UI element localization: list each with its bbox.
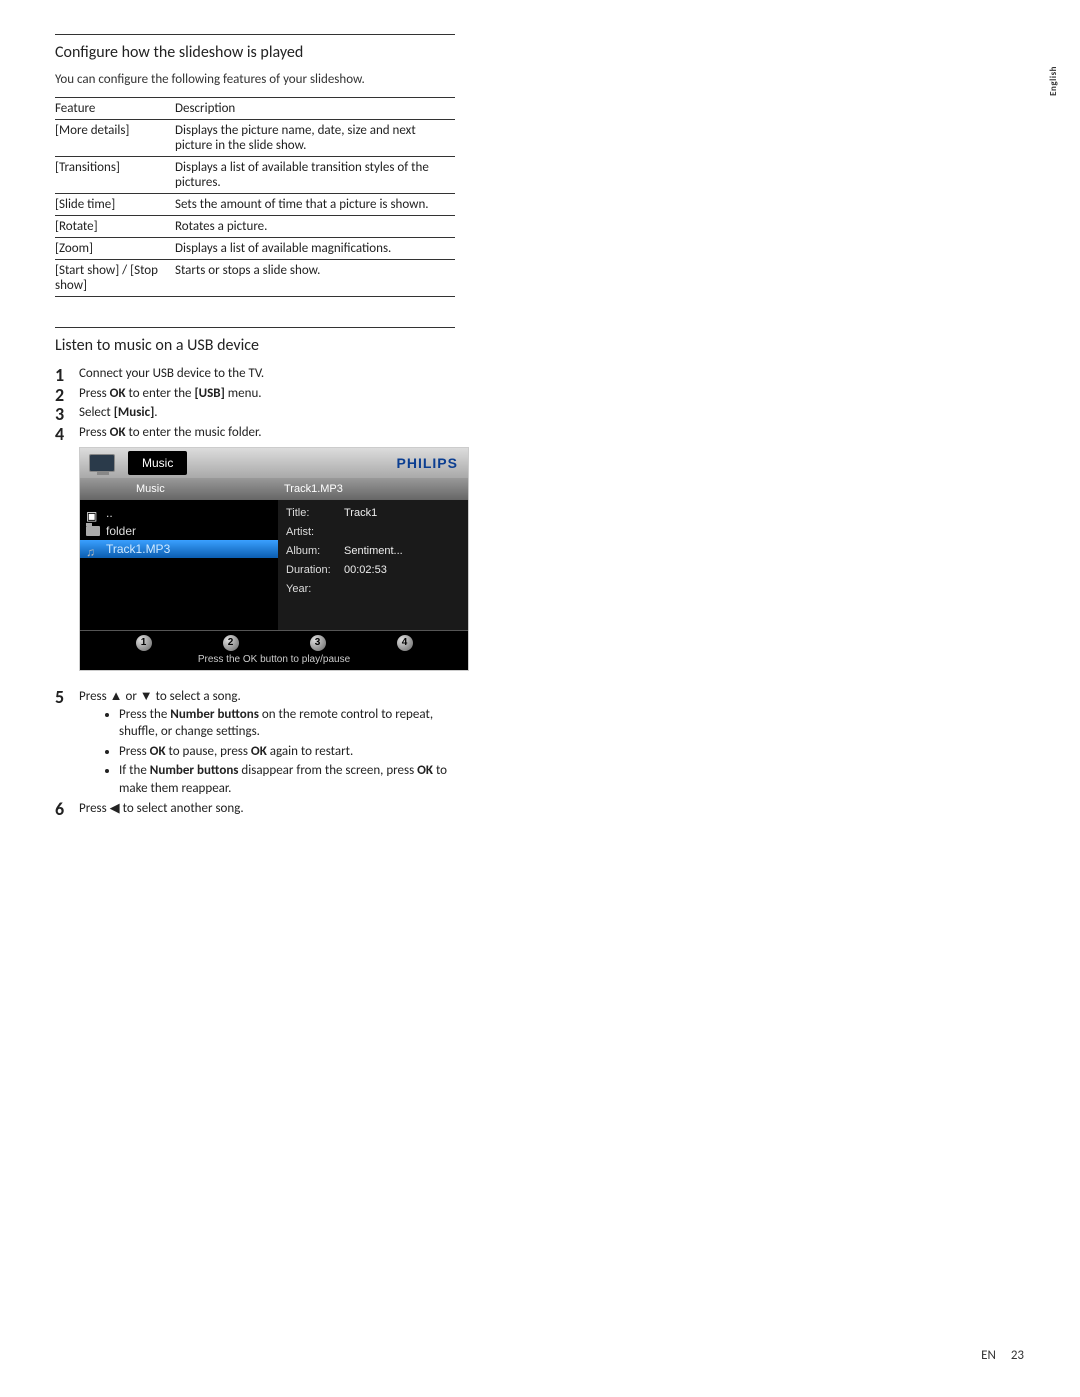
osd-screenshot: Music PHILIPS Music Track1.MP3 ▣ .. (79, 447, 455, 671)
osd-column-left-title: Music (80, 482, 278, 497)
list-label: .. (106, 505, 113, 521)
desc-cell: Sets the amount of time that a picture i… (175, 194, 455, 216)
section-title-usb-music: Listen to music on a USB device (55, 336, 455, 355)
table-row: [Slide time] Sets the amount of time tha… (55, 194, 455, 216)
feature-table: Feature Description [More details] Displ… (55, 97, 455, 297)
up-arrow-icon: ▲ (110, 688, 123, 703)
info-key-year: Year: (286, 582, 344, 597)
sub-bullets: Press the Number buttons on the remote c… (79, 706, 455, 798)
info-val-duration: 00:02:53 (344, 563, 387, 578)
info-key-album: Album: (286, 544, 344, 559)
feature-cell: [Transitions] (55, 157, 175, 194)
osd-hint-text: Press the OK button to play/pause (80, 653, 468, 671)
info-key-duration: Duration: (286, 563, 344, 578)
step-1: Connect your USB device to the TV. (55, 365, 455, 383)
bullet-item: Press the Number buttons on the remote c… (119, 706, 455, 741)
info-key-artist: Artist: (286, 525, 344, 540)
main-column: Configure how the slideshow is played Yo… (55, 34, 455, 820)
steps-list: Connect your USB device to the TV. Press… (55, 365, 455, 818)
osd-breadcrumb: Music (128, 451, 187, 475)
step-3: Select [Music]. (55, 404, 455, 422)
footer-page-number: 23 (1011, 1348, 1024, 1363)
folder-icon (86, 526, 100, 536)
section-intro: You can configure the following features… (55, 72, 455, 87)
brand-logo: PHILIPS (387, 454, 468, 473)
list-label: Track1.MP3 (106, 541, 170, 557)
feature-cell: [Slide time] (55, 194, 175, 216)
desc-cell: Displays a list of available magnificati… (175, 238, 455, 260)
number-button-1[interactable]: 1 (136, 635, 152, 651)
list-item-folder[interactable]: folder (80, 522, 278, 540)
bullet-item: If the Number buttons disappear from the… (119, 762, 455, 797)
feature-cell: [More details] (55, 120, 175, 157)
page-footer: EN 23 (981, 1348, 1024, 1363)
table-head-description: Description (175, 98, 455, 120)
osd-column-right-title: Track1.MP3 (278, 482, 343, 497)
music-icon: ♫ (86, 544, 100, 554)
step-6: Press ◀ to select another song. (55, 799, 455, 818)
feature-cell: [Zoom] (55, 238, 175, 260)
osd-header: Music PHILIPS (80, 448, 468, 478)
footer-lang: EN (981, 1348, 996, 1363)
desc-cell: Displays a list of available transition … (175, 157, 455, 194)
list-label: folder (106, 523, 136, 539)
info-val-title: Track1 (344, 506, 377, 521)
desc-cell: Starts or stops a slide show. (175, 260, 455, 297)
number-button-3[interactable]: 3 (310, 635, 326, 651)
step-2: Press OK to enter the [USB] menu. (55, 385, 455, 403)
table-row: [Zoom] Displays a list of available magn… (55, 238, 455, 260)
list-item-up[interactable]: ▣ .. (80, 504, 278, 522)
osd-subheader: Music Track1.MP3 (80, 478, 468, 500)
info-key-title: Title: (286, 506, 344, 521)
section-rule (55, 34, 455, 35)
number-button-2[interactable]: 2 (223, 635, 239, 651)
down-arrow-icon: ▼ (140, 688, 153, 703)
table-row: [More details] Displays the picture name… (55, 120, 455, 157)
left-arrow-icon: ◀ (110, 800, 120, 815)
tv-icon (80, 448, 124, 478)
up-icon: ▣ (86, 508, 100, 518)
section-title-slideshow: Configure how the slideshow is played (55, 43, 455, 62)
osd-footer: 1 2 3 4 Press the OK button to play/paus… (80, 630, 468, 670)
feature-cell: [Rotate] (55, 216, 175, 238)
osd-info-panel: Title:Track1 Artist: Album:Sentiment... … (278, 500, 468, 630)
bullet-item: Press OK to pause, press OK again to res… (119, 743, 455, 761)
table-row: [Transitions] Displays a list of availab… (55, 157, 455, 194)
step-5: Press ▲ or ▼ to select a song. Press the… (55, 687, 455, 797)
table-row: [Rotate] Rotates a picture. (55, 216, 455, 238)
osd-file-list: ▣ .. folder ♫ Track1.MP3 (80, 500, 278, 630)
desc-cell: Displays the picture name, date, size an… (175, 120, 455, 157)
feature-cell: [Start show] / [Stop show] (55, 260, 175, 297)
number-button-4[interactable]: 4 (397, 635, 413, 651)
language-side-tab: English (1048, 66, 1059, 96)
table-head-feature: Feature (55, 98, 175, 120)
list-item-track[interactable]: ♫ Track1.MP3 (80, 540, 278, 558)
step-4: Press OK to enter the music folder. Musi… (55, 424, 455, 672)
section-rule (55, 327, 455, 328)
table-row: [Start show] / [Stop show] Starts or sto… (55, 260, 455, 297)
desc-cell: Rotates a picture. (175, 216, 455, 238)
info-val-album: Sentiment... (344, 544, 403, 559)
